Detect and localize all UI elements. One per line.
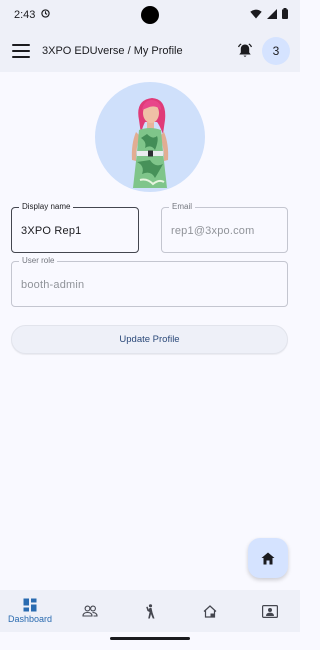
profile-avatar [95,82,205,192]
person-walking-icon [146,603,155,618]
notifications-off-icon[interactable] [234,40,256,62]
battery-icon [282,8,288,22]
gesture-handle[interactable] [110,637,190,640]
user-avatar-badge[interactable]: 3 [262,37,290,65]
home-building-icon [203,604,217,618]
character-avatar-illustration [131,98,169,188]
sync-icon [41,9,51,21]
home-fab-button[interactable] [248,538,288,578]
camera-cutout [141,6,159,24]
menu-icon[interactable] [12,44,30,58]
nav-item-activity[interactable] [122,591,178,631]
gesture-area [0,632,300,650]
people-icon [82,605,98,617]
status-time: 2:43 [14,9,36,21]
dashboard-icon [23,598,37,612]
email-field[interactable]: Email rep1@3xpo.com [161,202,288,253]
nav-item-dashboard[interactable]: Dashboard [2,591,58,631]
nav-item-booth[interactable] [182,591,238,631]
display-name-label: Display name [19,202,74,211]
user-role-label: User role [19,256,58,265]
display-name-value: 3XPO Rep1 [21,225,82,237]
nav-label-dashboard: Dashboard [7,614,53,624]
update-profile-button[interactable]: Update Profile [11,325,288,354]
contact-card-icon [262,604,278,618]
nav-item-people[interactable] [62,591,118,631]
wifi-icon [250,9,262,22]
page-title: 3XPO EDUverse / My Profile [42,45,183,57]
home-icon [261,552,275,564]
user-role-value: booth-admin [21,279,85,291]
user-role-field[interactable]: User role booth-admin [11,256,288,307]
email-label: Email [169,202,196,211]
email-value: rep1@3xpo.com [171,225,255,237]
bottom-navigation: Dashboard [0,590,300,632]
nav-item-profile[interactable] [242,591,298,631]
app-bar: 3XPO EDUverse / My Profile 3 [0,30,300,72]
signal-icon [267,8,277,22]
display-name-field[interactable]: Display name 3XPO Rep1 [11,202,139,253]
